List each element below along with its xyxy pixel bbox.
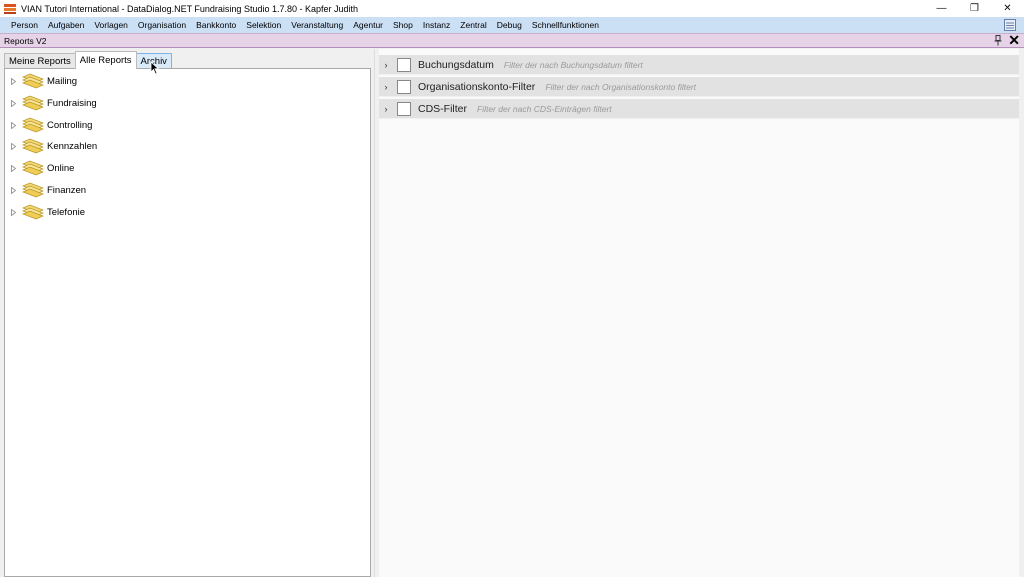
filter-panel: › Buchungsdatum Filter der nach Buchungs… — [379, 49, 1024, 577]
folder-icon — [22, 95, 44, 111]
tree-item-label: Finanzen — [47, 184, 87, 196]
window-controls: — ❐ ✕ — [925, 0, 1024, 17]
filter-description: Filter der nach Buchungsdatum filtert — [503, 59, 643, 70]
folder-icon — [22, 182, 44, 198]
tree-item-label: Controlling — [47, 119, 93, 131]
tree-item-mailing[interactable]: Mailing — [9, 72, 77, 90]
filter-row-cds[interactable]: › CDS-Filter Filter der nach CDS-Einträg… — [379, 99, 1021, 119]
tree-item-label: Kennzahlen — [47, 140, 98, 152]
filter-checkbox[interactable] — [397, 57, 411, 72]
expand-arrow-icon[interactable] — [9, 77, 17, 85]
menu-schnellfunktionen[interactable]: Schnellfunktionen — [527, 17, 604, 33]
tree-item-label: Mailing — [47, 75, 78, 87]
tree-item-fundraising[interactable]: Fundraising — [9, 94, 97, 112]
folder-icon — [22, 117, 44, 133]
menu-debug[interactable]: Debug — [492, 17, 527, 33]
expand-arrow-icon[interactable]: › — [379, 60, 393, 70]
folder-icon — [22, 138, 44, 154]
menu-veranstaltung[interactable]: Veranstaltung — [286, 17, 348, 33]
tree-item-label: Online — [47, 162, 75, 174]
window-title: VIAN Tutori International - DataDialog.N… — [21, 3, 359, 14]
menu-aufgaben[interactable]: Aufgaben — [43, 17, 89, 33]
document-title: Reports V2 — [4, 35, 47, 46]
scrollbar[interactable] — [1019, 49, 1024, 577]
menu-zentral[interactable]: Zentral — [455, 17, 491, 33]
tab-alle-reports[interactable]: Alle Reports — [74, 51, 137, 69]
document-header: Reports V2 ✕ — [0, 32, 1024, 49]
maximize-button[interactable]: ❐ — [958, 0, 991, 17]
report-tree: Mailing Fundraising Controlling Kennzahl… — [4, 68, 371, 577]
filter-description: Filter der nach Organisationskonto filte… — [545, 81, 697, 92]
expand-arrow-icon[interactable] — [9, 208, 17, 216]
app-logo-icon — [4, 3, 16, 14]
filter-row-organisationskonto[interactable]: › Organisationskonto-Filter Filter der n… — [379, 77, 1021, 97]
menu-bankkonto[interactable]: Bankkonto — [191, 17, 241, 33]
folder-icon — [22, 160, 44, 176]
tree-item-label: Fundraising — [47, 97, 97, 109]
filter-checkbox[interactable] — [397, 79, 411, 94]
tree-item-telefonie[interactable]: Telefonie — [9, 203, 85, 221]
menu-bar: Person Aufgaben Vorlagen Organisation Ba… — [0, 17, 1024, 33]
tree-item-label: Telefonie — [47, 206, 86, 218]
tree-item-finanzen[interactable]: Finanzen — [9, 181, 86, 199]
menu-selektion[interactable]: Selektion — [241, 17, 286, 33]
expand-arrow-icon[interactable] — [9, 121, 17, 129]
report-tabs: Meine Reports Alle Reports Archiv — [4, 51, 172, 69]
expand-arrow-icon[interactable] — [9, 142, 17, 150]
reports-panel: Meine Reports Alle Reports Archiv Mailin… — [0, 49, 374, 577]
expand-arrow-icon[interactable]: › — [379, 104, 393, 114]
menu-agentur[interactable]: Agentur — [348, 17, 388, 33]
folder-icon — [22, 204, 44, 220]
tab-meine-reports[interactable]: Meine Reports — [4, 53, 76, 69]
filter-name: CDS-Filter — [418, 102, 467, 115]
expand-arrow-icon[interactable] — [9, 164, 17, 172]
mouse-cursor-icon — [150, 61, 160, 75]
tree-item-online[interactable]: Online — [9, 159, 74, 177]
filter-row-buchungsdatum[interactable]: › Buchungsdatum Filter der nach Buchungs… — [379, 55, 1021, 75]
menu-shop[interactable]: Shop — [388, 17, 418, 33]
menu-person[interactable]: Person — [6, 17, 43, 33]
menu-instanz[interactable]: Instanz — [418, 17, 455, 33]
close-window-button[interactable]: ✕ — [991, 0, 1024, 17]
tree-item-kennzahlen[interactable]: Kennzahlen — [9, 137, 97, 155]
pin-icon[interactable] — [994, 35, 1002, 48]
close-document-button[interactable]: ✕ — [1008, 32, 1020, 49]
menu-organisation[interactable]: Organisation — [133, 17, 191, 33]
expand-arrow-icon[interactable] — [9, 99, 17, 107]
app-window: VIAN Tutori International - DataDialog.N… — [0, 0, 1024, 577]
tree-item-controlling[interactable]: Controlling — [9, 116, 92, 134]
filter-checkbox[interactable] — [397, 101, 411, 116]
filter-name: Organisationskonto-Filter — [418, 80, 536, 93]
filter-name: Buchungsdatum — [418, 58, 494, 71]
menu-vorlagen[interactable]: Vorlagen — [89, 17, 133, 33]
filter-description: Filter der nach CDS-Einträgen filtert — [477, 103, 612, 114]
layout-icon[interactable] — [1004, 19, 1016, 31]
title-bar: VIAN Tutori International - DataDialog.N… — [0, 0, 1024, 17]
minimize-button[interactable]: — — [925, 0, 958, 17]
folder-icon — [22, 73, 44, 89]
expand-arrow-icon[interactable] — [9, 186, 17, 194]
expand-arrow-icon[interactable]: › — [379, 82, 393, 92]
